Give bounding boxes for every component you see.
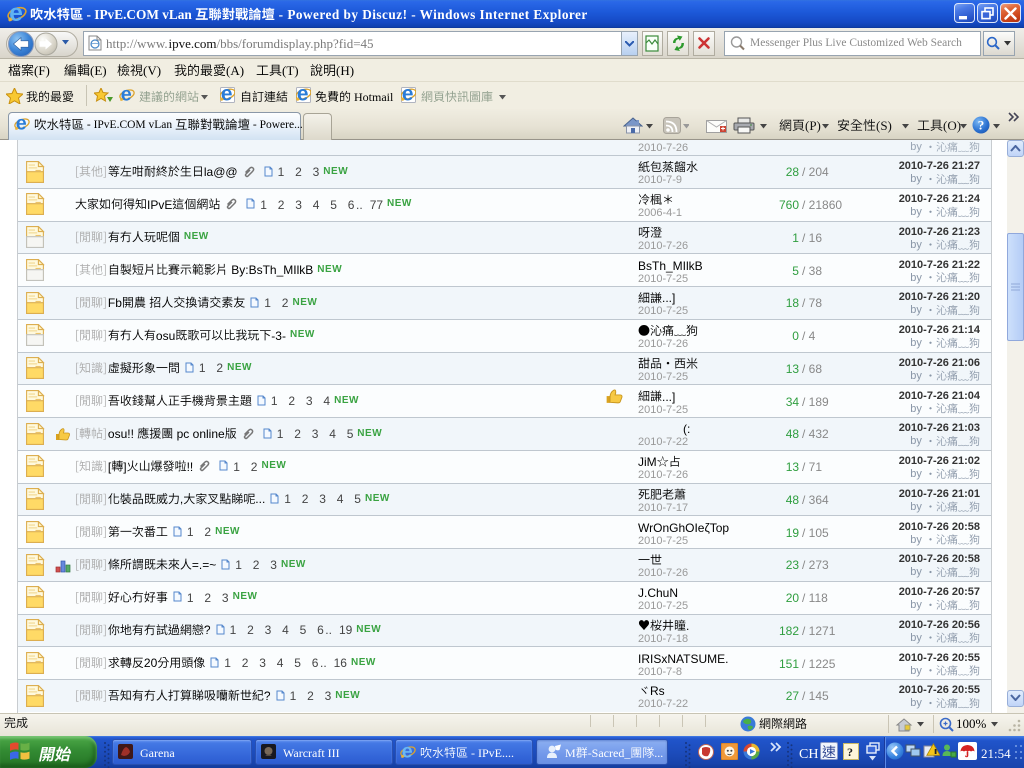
svg-text:?: ?: [978, 118, 985, 133]
